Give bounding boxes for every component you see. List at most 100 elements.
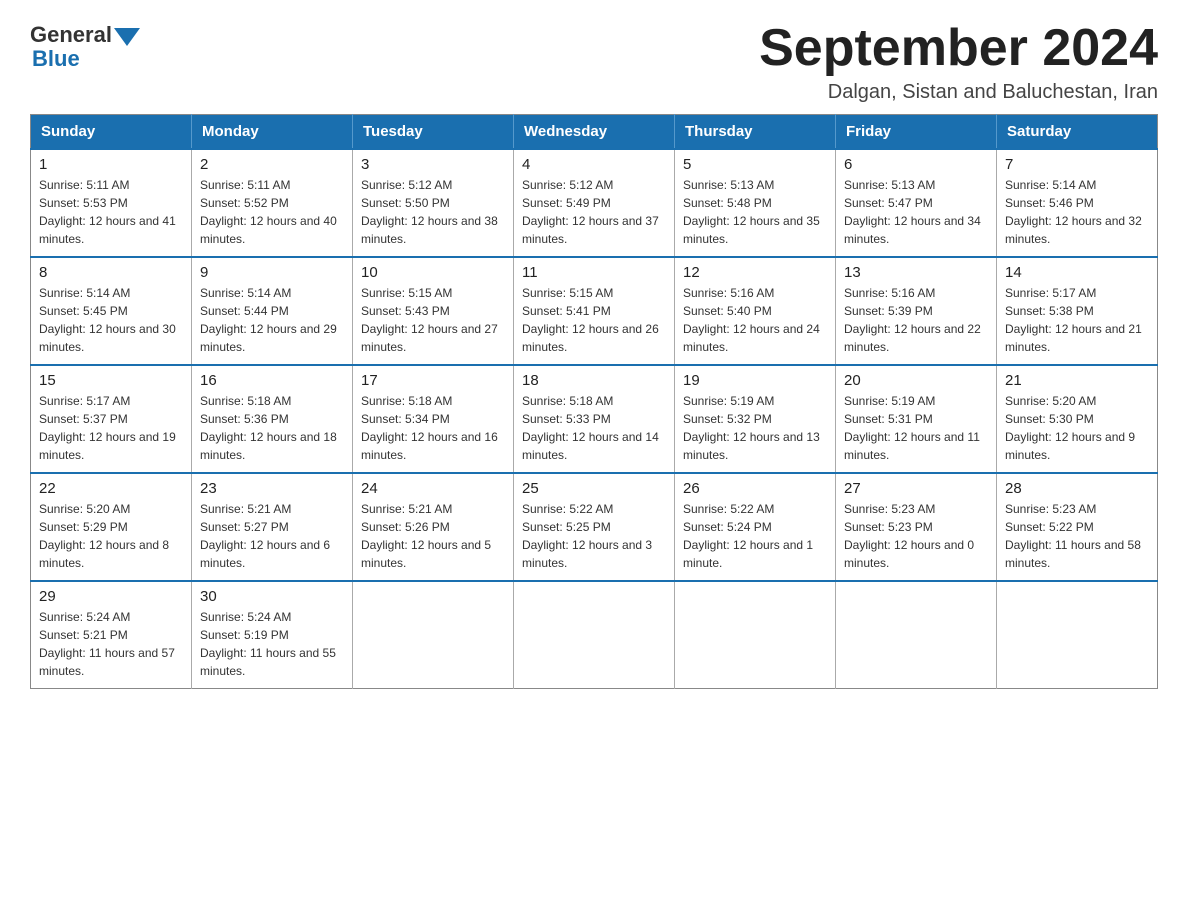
calendar-day-30: 30 Sunrise: 5:24 AM Sunset: 5:19 PM Dayl…: [192, 581, 353, 689]
day-info: Sunrise: 5:11 AM Sunset: 5:52 PM Dayligh…: [200, 176, 344, 248]
day-number: 26: [683, 480, 827, 497]
col-monday: Monday: [192, 115, 353, 150]
logo-text-general: General: [30, 22, 112, 48]
day-number: 24: [361, 480, 505, 497]
calendar-header-row: Sunday Monday Tuesday Wednesday Thursday…: [31, 115, 1158, 150]
day-number: 22: [39, 480, 183, 497]
calendar-day-2: 2 Sunrise: 5:11 AM Sunset: 5:52 PM Dayli…: [192, 149, 353, 257]
calendar-day-23: 23 Sunrise: 5:21 AM Sunset: 5:27 PM Dayl…: [192, 473, 353, 581]
calendar-day-5: 5 Sunrise: 5:13 AM Sunset: 5:48 PM Dayli…: [675, 149, 836, 257]
location-subtitle: Dalgan, Sistan and Baluchestan, Iran: [759, 81, 1158, 104]
calendar-day-19: 19 Sunrise: 5:19 AM Sunset: 5:32 PM Dayl…: [675, 365, 836, 473]
calendar-day-12: 12 Sunrise: 5:16 AM Sunset: 5:40 PM Dayl…: [675, 257, 836, 365]
calendar-day-8: 8 Sunrise: 5:14 AM Sunset: 5:45 PM Dayli…: [31, 257, 192, 365]
calendar-day-11: 11 Sunrise: 5:15 AM Sunset: 5:41 PM Dayl…: [514, 257, 675, 365]
day-info: Sunrise: 5:16 AM Sunset: 5:40 PM Dayligh…: [683, 284, 827, 356]
calendar-week-5: 29 Sunrise: 5:24 AM Sunset: 5:21 PM Dayl…: [31, 581, 1158, 689]
calendar-week-2: 8 Sunrise: 5:14 AM Sunset: 5:45 PM Dayli…: [31, 257, 1158, 365]
day-number: 16: [200, 372, 344, 389]
day-info: Sunrise: 5:12 AM Sunset: 5:49 PM Dayligh…: [522, 176, 666, 248]
day-info: Sunrise: 5:24 AM Sunset: 5:21 PM Dayligh…: [39, 608, 183, 680]
day-number: 20: [844, 372, 988, 389]
day-info: Sunrise: 5:23 AM Sunset: 5:23 PM Dayligh…: [844, 500, 988, 572]
day-info: Sunrise: 5:18 AM Sunset: 5:34 PM Dayligh…: [361, 392, 505, 464]
day-info: Sunrise: 5:13 AM Sunset: 5:47 PM Dayligh…: [844, 176, 988, 248]
col-friday: Friday: [836, 115, 997, 150]
calendar-day-10: 10 Sunrise: 5:15 AM Sunset: 5:43 PM Dayl…: [353, 257, 514, 365]
calendar-table: Sunday Monday Tuesday Wednesday Thursday…: [30, 114, 1158, 689]
calendar-day-28: 28 Sunrise: 5:23 AM Sunset: 5:22 PM Dayl…: [997, 473, 1158, 581]
day-info: Sunrise: 5:15 AM Sunset: 5:41 PM Dayligh…: [522, 284, 666, 356]
logo: General Blue: [30, 20, 142, 72]
day-info: Sunrise: 5:18 AM Sunset: 5:36 PM Dayligh…: [200, 392, 344, 464]
day-number: 21: [1005, 372, 1149, 389]
day-info: Sunrise: 5:24 AM Sunset: 5:19 PM Dayligh…: [200, 608, 344, 680]
day-number: 2: [200, 156, 344, 173]
day-number: 1: [39, 156, 183, 173]
day-info: Sunrise: 5:19 AM Sunset: 5:31 PM Dayligh…: [844, 392, 988, 464]
calendar-day-7: 7 Sunrise: 5:14 AM Sunset: 5:46 PM Dayli…: [997, 149, 1158, 257]
day-number: 30: [200, 588, 344, 605]
day-number: 4: [522, 156, 666, 173]
calendar-empty-cell: [514, 581, 675, 689]
calendar-empty-cell: [675, 581, 836, 689]
calendar-day-16: 16 Sunrise: 5:18 AM Sunset: 5:36 PM Dayl…: [192, 365, 353, 473]
day-number: 7: [1005, 156, 1149, 173]
day-number: 9: [200, 264, 344, 281]
day-info: Sunrise: 5:16 AM Sunset: 5:39 PM Dayligh…: [844, 284, 988, 356]
logo-icon: [112, 20, 142, 50]
calendar-day-17: 17 Sunrise: 5:18 AM Sunset: 5:34 PM Dayl…: [353, 365, 514, 473]
calendar-day-15: 15 Sunrise: 5:17 AM Sunset: 5:37 PM Dayl…: [31, 365, 192, 473]
col-sunday: Sunday: [31, 115, 192, 150]
day-info: Sunrise: 5:17 AM Sunset: 5:38 PM Dayligh…: [1005, 284, 1149, 356]
day-number: 15: [39, 372, 183, 389]
calendar-day-25: 25 Sunrise: 5:22 AM Sunset: 5:25 PM Dayl…: [514, 473, 675, 581]
day-number: 19: [683, 372, 827, 389]
day-info: Sunrise: 5:11 AM Sunset: 5:53 PM Dayligh…: [39, 176, 183, 248]
day-info: Sunrise: 5:20 AM Sunset: 5:29 PM Dayligh…: [39, 500, 183, 572]
calendar-day-27: 27 Sunrise: 5:23 AM Sunset: 5:23 PM Dayl…: [836, 473, 997, 581]
calendar-week-4: 22 Sunrise: 5:20 AM Sunset: 5:29 PM Dayl…: [31, 473, 1158, 581]
day-number: 8: [39, 264, 183, 281]
calendar-day-26: 26 Sunrise: 5:22 AM Sunset: 5:24 PM Dayl…: [675, 473, 836, 581]
calendar-day-20: 20 Sunrise: 5:19 AM Sunset: 5:31 PM Dayl…: [836, 365, 997, 473]
day-info: Sunrise: 5:19 AM Sunset: 5:32 PM Dayligh…: [683, 392, 827, 464]
day-info: Sunrise: 5:22 AM Sunset: 5:25 PM Dayligh…: [522, 500, 666, 572]
calendar-day-22: 22 Sunrise: 5:20 AM Sunset: 5:29 PM Dayl…: [31, 473, 192, 581]
day-number: 18: [522, 372, 666, 389]
day-number: 23: [200, 480, 344, 497]
day-info: Sunrise: 5:21 AM Sunset: 5:27 PM Dayligh…: [200, 500, 344, 572]
calendar-day-14: 14 Sunrise: 5:17 AM Sunset: 5:38 PM Dayl…: [997, 257, 1158, 365]
day-info: Sunrise: 5:12 AM Sunset: 5:50 PM Dayligh…: [361, 176, 505, 248]
day-info: Sunrise: 5:22 AM Sunset: 5:24 PM Dayligh…: [683, 500, 827, 572]
calendar-day-4: 4 Sunrise: 5:12 AM Sunset: 5:49 PM Dayli…: [514, 149, 675, 257]
calendar-empty-cell: [353, 581, 514, 689]
title-section: September 2024 Dalgan, Sistan and Baluch…: [759, 20, 1158, 104]
logo-text-blue: Blue: [32, 46, 80, 72]
day-info: Sunrise: 5:14 AM Sunset: 5:46 PM Dayligh…: [1005, 176, 1149, 248]
calendar-day-9: 9 Sunrise: 5:14 AM Sunset: 5:44 PM Dayli…: [192, 257, 353, 365]
day-number: 3: [361, 156, 505, 173]
day-info: Sunrise: 5:13 AM Sunset: 5:48 PM Dayligh…: [683, 176, 827, 248]
col-wednesday: Wednesday: [514, 115, 675, 150]
day-number: 5: [683, 156, 827, 173]
day-info: Sunrise: 5:20 AM Sunset: 5:30 PM Dayligh…: [1005, 392, 1149, 464]
day-number: 6: [844, 156, 988, 173]
calendar-week-1: 1 Sunrise: 5:11 AM Sunset: 5:53 PM Dayli…: [31, 149, 1158, 257]
calendar-day-1: 1 Sunrise: 5:11 AM Sunset: 5:53 PM Dayli…: [31, 149, 192, 257]
day-number: 14: [1005, 264, 1149, 281]
calendar-day-21: 21 Sunrise: 5:20 AM Sunset: 5:30 PM Dayl…: [997, 365, 1158, 473]
day-info: Sunrise: 5:15 AM Sunset: 5:43 PM Dayligh…: [361, 284, 505, 356]
day-number: 13: [844, 264, 988, 281]
day-info: Sunrise: 5:21 AM Sunset: 5:26 PM Dayligh…: [361, 500, 505, 572]
col-thursday: Thursday: [675, 115, 836, 150]
calendar-day-24: 24 Sunrise: 5:21 AM Sunset: 5:26 PM Dayl…: [353, 473, 514, 581]
day-number: 28: [1005, 480, 1149, 497]
day-info: Sunrise: 5:14 AM Sunset: 5:45 PM Dayligh…: [39, 284, 183, 356]
day-number: 29: [39, 588, 183, 605]
calendar-day-18: 18 Sunrise: 5:18 AM Sunset: 5:33 PM Dayl…: [514, 365, 675, 473]
calendar-day-29: 29 Sunrise: 5:24 AM Sunset: 5:21 PM Dayl…: [31, 581, 192, 689]
calendar-empty-cell: [997, 581, 1158, 689]
calendar-day-6: 6 Sunrise: 5:13 AM Sunset: 5:47 PM Dayli…: [836, 149, 997, 257]
day-info: Sunrise: 5:17 AM Sunset: 5:37 PM Dayligh…: [39, 392, 183, 464]
